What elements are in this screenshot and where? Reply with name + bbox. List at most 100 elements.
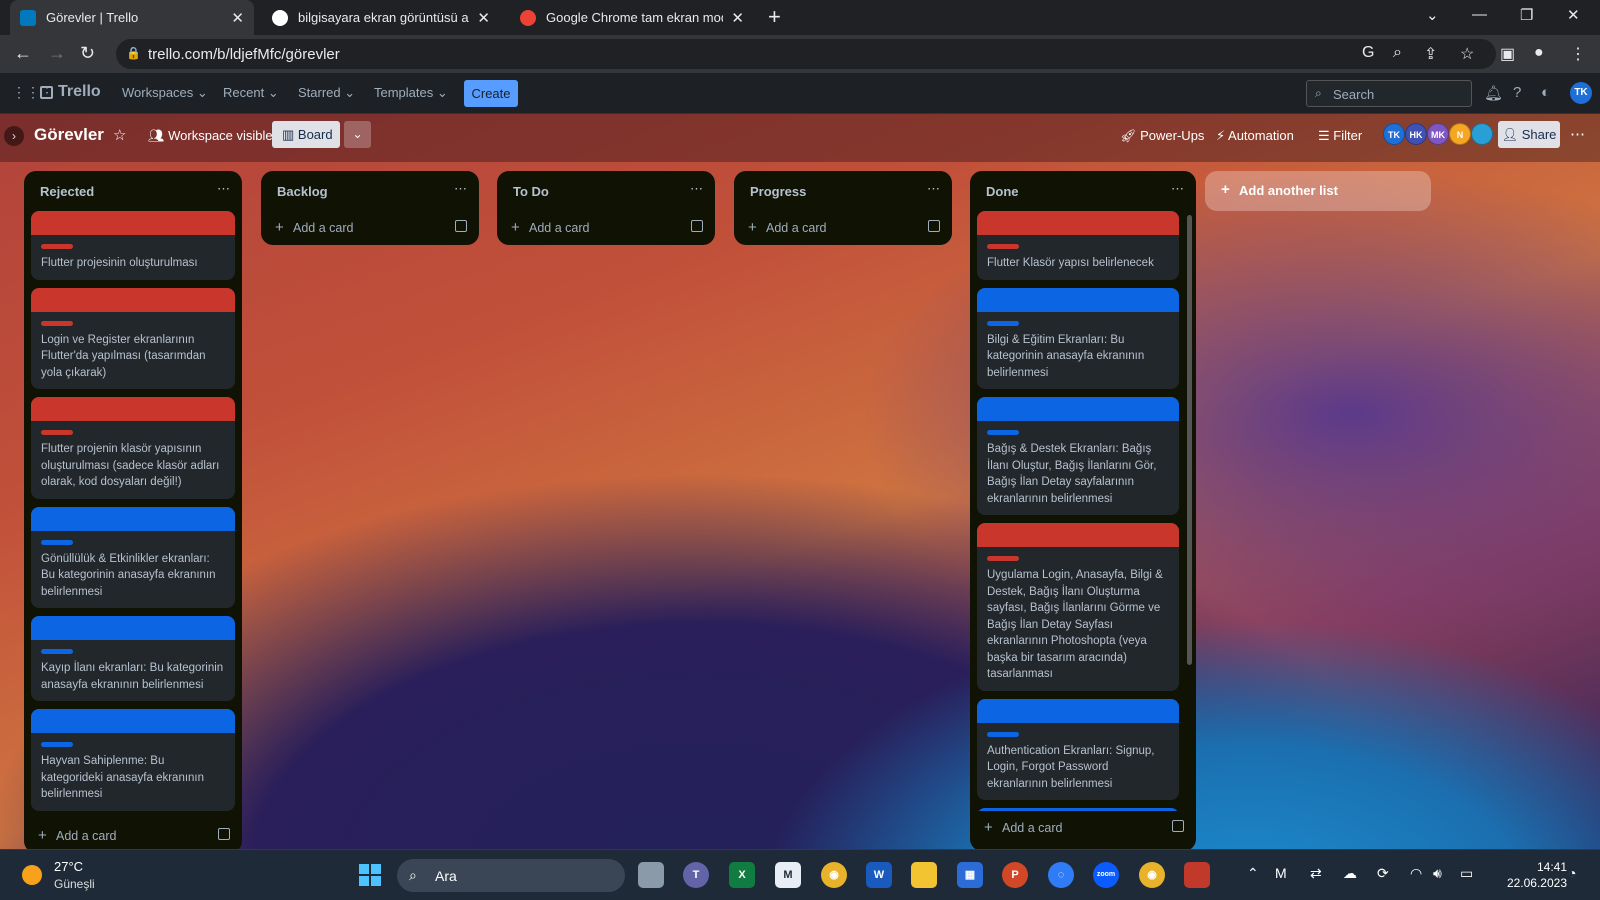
search-input[interactable]: ⌕ Search bbox=[1306, 80, 1472, 107]
hidden-icons-chevron-icon[interactable]: ⌃ bbox=[1247, 865, 1259, 882]
side-panel-icon[interactable]: ▣ bbox=[1500, 44, 1515, 64]
filter-button[interactable]: ☰ Filter bbox=[1318, 128, 1362, 144]
clock[interactable]: 14:41 22.06.2023 bbox=[1493, 859, 1567, 891]
list-menu-icon[interactable]: ⋯ bbox=[927, 181, 940, 197]
menu-starred[interactable]: Starred ⌄ bbox=[298, 85, 355, 101]
list-title[interactable]: Done bbox=[986, 184, 1019, 199]
automation-button[interactable]: ⚡︎ Automation bbox=[1216, 128, 1294, 144]
card[interactable]: Uygulama Login, Anasayfa, Bilgi & Destek… bbox=[977, 523, 1179, 691]
tab-search-icon[interactable]: ⌄ bbox=[1426, 6, 1439, 24]
card[interactable]: Authentication Ekranları: Signup, Login,… bbox=[977, 698, 1179, 800]
list-menu-icon[interactable]: ⋯ bbox=[454, 181, 467, 197]
maximize-icon[interactable]: ❐ bbox=[1520, 6, 1533, 24]
card[interactable]: Bilgi & Eğitim Ekranları: Bu kategorinin… bbox=[977, 287, 1179, 389]
card-template-icon[interactable] bbox=[218, 827, 230, 840]
share-page-icon[interactable]: ⇪ bbox=[1424, 44, 1437, 64]
chrome-profile-icon[interactable]: ◉ bbox=[1139, 862, 1165, 888]
menu-workspaces[interactable]: Workspaces ⌄ bbox=[122, 85, 208, 101]
member-avatar[interactable]: N bbox=[1449, 123, 1471, 145]
zoom-icon[interactable]: ⌕ bbox=[1393, 44, 1402, 62]
list-title[interactable]: Rejected bbox=[40, 184, 94, 199]
weather-condition[interactable]: Güneşli bbox=[54, 877, 95, 891]
browser-tab-google[interactable]: bilgisayara ekran görüntüsü alma ✕ bbox=[262, 0, 500, 35]
account-avatar[interactable]: TK bbox=[1570, 82, 1592, 104]
minimize-icon[interactable]: — bbox=[1472, 6, 1487, 23]
card[interactable]: Flutter Klasör yapısı belirlenecek bbox=[977, 211, 1179, 280]
member-avatar[interactable]: MK bbox=[1427, 123, 1449, 145]
add-card-button[interactable]: + Add a card bbox=[497, 211, 715, 245]
card[interactable]: Bağış & Destek Ekranları: Bağış İlanı Ol… bbox=[977, 397, 1179, 515]
excel-icon[interactable]: X bbox=[729, 862, 755, 888]
trello-logo[interactable]: Trello bbox=[40, 83, 101, 101]
chrome-menu-icon[interactable]: ⋮ bbox=[1570, 44, 1586, 64]
messenger-icon[interactable]: ◌ bbox=[1048, 862, 1074, 888]
notification-bell-icon[interactable]: ◔ bbox=[1568, 865, 1576, 881]
card[interactable]: Gönüllülük & Etkinlikler ekranları: Bu k… bbox=[31, 506, 235, 608]
list-cards-scroll[interactable]: Flutter Klasör yapısı belirlenecek Bilgi… bbox=[970, 211, 1186, 811]
word-icon[interactable]: W bbox=[866, 862, 892, 888]
teams-icon[interactable]: T bbox=[683, 862, 709, 888]
add-card-button[interactable]: + Add a card bbox=[970, 811, 1196, 845]
list-title[interactable]: Progress bbox=[750, 184, 806, 199]
star-board-icon[interactable]: ☆ bbox=[113, 126, 126, 144]
menu-recent[interactable]: Recent ⌄ bbox=[223, 85, 279, 101]
close-tab-icon[interactable]: ✕ bbox=[731, 9, 744, 27]
file-manager-icon[interactable] bbox=[1184, 862, 1210, 888]
card[interactable]: Login ve Register ekranlarının Flutter'd… bbox=[31, 287, 235, 389]
new-tab-icon[interactable]: + bbox=[768, 4, 781, 30]
card-template-icon[interactable] bbox=[455, 220, 467, 232]
sidebar-toggle-icon[interactable]: › bbox=[4, 126, 24, 146]
member-avatar[interactable] bbox=[1471, 123, 1493, 145]
notifications-icon[interactable]: 🔔︎ bbox=[1484, 84, 1503, 102]
volume-icon[interactable]: 🔊︎ bbox=[1433, 865, 1442, 882]
member-avatar[interactable]: TK bbox=[1383, 123, 1405, 145]
task-view-icon[interactable] bbox=[638, 862, 664, 888]
close-tab-icon[interactable]: ✕ bbox=[477, 9, 490, 27]
tray-mail-icon[interactable]: M bbox=[1275, 865, 1287, 881]
help-icon[interactable]: ? bbox=[1513, 84, 1521, 101]
list-menu-icon[interactable]: ⋯ bbox=[1171, 181, 1184, 197]
close-tab-icon[interactable]: ✕ bbox=[231, 9, 244, 27]
onedrive-icon[interactable]: ☁ bbox=[1343, 865, 1357, 882]
add-card-button[interactable]: + Add a card bbox=[24, 819, 242, 850]
card[interactable]: Flutter projenin klasör yapısının oluştu… bbox=[31, 397, 235, 499]
theme-icon[interactable]: ◐ bbox=[1541, 84, 1550, 101]
view-dropdown-icon[interactable]: ⌄ bbox=[344, 121, 371, 148]
create-button[interactable]: Create bbox=[464, 80, 518, 107]
card-template-icon[interactable] bbox=[1172, 820, 1184, 832]
wifi-icon[interactable]: ◠ bbox=[1410, 865, 1422, 882]
reload-icon[interactable]: ↻ bbox=[80, 43, 95, 64]
address-bar[interactable]: 🔒 trello.com/b/ldjefMfc/görevler bbox=[116, 39, 1496, 69]
add-list-button[interactable]: + Add another list bbox=[1205, 171, 1431, 211]
menu-templates[interactable]: Templates ⌄ bbox=[374, 85, 448, 101]
update-icon[interactable]: ⟳ bbox=[1377, 865, 1389, 882]
start-icon[interactable] bbox=[359, 864, 381, 886]
card-template-icon[interactable] bbox=[928, 220, 940, 232]
card[interactable]: Kayıp İlanı ekranları: Bu kategorinin an… bbox=[31, 616, 235, 701]
browser-tab-trello[interactable]: Görevler | Trello ✕ bbox=[10, 0, 254, 35]
google-lens-icon[interactable]: G bbox=[1362, 44, 1374, 62]
list-menu-icon[interactable]: ⋯ bbox=[690, 181, 703, 197]
back-icon[interactable]: ← bbox=[14, 43, 32, 64]
list-title[interactable]: To Do bbox=[513, 184, 549, 199]
add-card-button[interactable]: + Add a card bbox=[261, 211, 479, 245]
mail-app-icon[interactable]: M bbox=[775, 862, 801, 888]
chrome-icon[interactable]: ◉ bbox=[821, 862, 847, 888]
taskbar-search[interactable]: ⌕ Ara bbox=[397, 859, 625, 892]
card-template-icon[interactable] bbox=[691, 220, 703, 232]
weather-temperature[interactable]: 27°C bbox=[54, 859, 83, 874]
tray-sync-icon[interactable]: ⇄ bbox=[1310, 865, 1322, 882]
forward-icon[interactable]: → bbox=[48, 43, 66, 64]
sun-icon[interactable] bbox=[22, 865, 42, 885]
share-button[interactable]: 👤︎ Share bbox=[1498, 121, 1560, 148]
battery-icon[interactable]: ▭ bbox=[1460, 865, 1473, 882]
profile-icon[interactable]: ● bbox=[1534, 44, 1544, 62]
board-view-button[interactable]: ▥ Board bbox=[272, 121, 340, 148]
list-title[interactable]: Backlog bbox=[277, 184, 328, 199]
close-window-icon[interactable]: ✕ bbox=[1567, 6, 1580, 24]
board-title[interactable]: Görevler bbox=[34, 125, 104, 145]
browser-tab-chrome-help[interactable]: Google Chrome tam ekran modu ✕ bbox=[510, 0, 754, 35]
power-ups-button[interactable]: 🚀︎ Power-Ups bbox=[1120, 128, 1204, 144]
bookmark-star-icon[interactable]: ☆ bbox=[1460, 44, 1474, 64]
list-menu-icon[interactable]: ⋯ bbox=[217, 181, 230, 197]
